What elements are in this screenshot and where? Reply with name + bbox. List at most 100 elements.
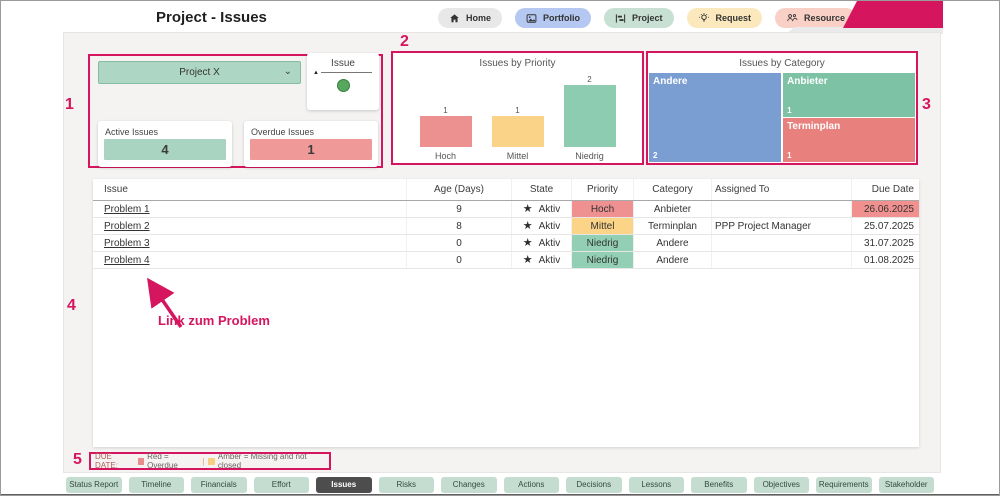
legend-separator: | [202, 457, 204, 466]
column-header-priority: Priority [571, 179, 633, 200]
table-row: Problem 28★AktivMittelTerminplanPPP Proj… [93, 218, 919, 235]
cell-due_date: 01.08.2025 [851, 252, 919, 268]
treemap-block-terminplan[interactable]: Terminplan1 [783, 118, 915, 162]
legend-red-text: Red = Overdue [147, 452, 198, 470]
issue-slicer[interactable]: Issue ▲ [307, 53, 379, 110]
amber-swatch-icon [208, 458, 215, 465]
cell-issue: Problem 3 [93, 235, 406, 251]
cell-category: Andere [633, 252, 711, 268]
home-icon [449, 13, 460, 24]
due-date-legend: DUE DATE: Red = Overdue | Amber = Missin… [89, 452, 331, 470]
page-title: Project - Issues [156, 9, 267, 26]
nav-project-button[interactable]: Project [604, 8, 674, 28]
project-selector[interactable]: Project X ⌄ [98, 61, 301, 84]
tab-decisions[interactable]: Decisions [566, 477, 622, 493]
treemap-value: 1 [787, 151, 791, 160]
nav-home-button[interactable]: Home [438, 8, 502, 28]
column-header-due_date: Due Date [851, 179, 919, 200]
tab-effort[interactable]: Effort [254, 477, 310, 493]
portfolio-icon [526, 13, 537, 24]
bar-series: 112 [393, 75, 642, 147]
tab-objectives[interactable]: Objectives [754, 477, 810, 493]
issue-link[interactable]: Problem 3 [104, 238, 150, 249]
tab-actions[interactable]: Actions [504, 477, 560, 493]
column-header-state: State [511, 179, 571, 200]
cell-priority: Niedrig [571, 235, 633, 251]
state-text: Aktiv [539, 204, 561, 215]
star-icon: ★ [523, 237, 533, 249]
tab-changes[interactable]: Changes [441, 477, 497, 493]
column-header-age: Age (Days) [406, 179, 511, 200]
bar-mittel[interactable] [492, 116, 544, 147]
table-row: Problem 30★AktivNiedrigAndere31.07.2025 [93, 235, 919, 252]
tab-requirements[interactable]: Requirements [816, 477, 872, 493]
kpi-label: Active Issues [105, 127, 232, 137]
cell-age: 0 [406, 235, 511, 251]
issue-link[interactable]: Problem 2 [104, 221, 150, 232]
star-icon: ★ [523, 254, 533, 266]
tab-stakeholder[interactable]: Stakeholder [879, 477, 935, 493]
table-row: Problem 19★AktivHochAnbieter26.06.2025 [93, 201, 919, 218]
bar-data-label: 1 [443, 106, 447, 115]
brand-ribbon [843, 1, 943, 28]
issue-link[interactable]: Problem 4 [104, 255, 150, 266]
annotation-number-2: 2 [400, 33, 409, 51]
tab-status-report[interactable]: Status Report [66, 477, 122, 493]
kpi-label: Overdue Issues [251, 127, 378, 137]
cell-age: 8 [406, 218, 511, 234]
cell-age: 9 [406, 201, 511, 217]
issue-link[interactable]: Problem 1 [104, 204, 150, 215]
issues-by-category-treemap: Issues by Category Andere2Anbieter1Termi… [648, 53, 916, 163]
cell-priority: Hoch [571, 201, 633, 217]
annotation-number-5: 5 [73, 451, 82, 469]
column-header-category: Category [633, 179, 711, 200]
table-row: Problem 4 0 ★ Aktiv NiedrigAndere 01.08.2025 [93, 252, 919, 269]
overdue-issues-card: Overdue Issues 1 [244, 121, 378, 167]
cell-assigned_to [711, 201, 851, 217]
nav-label: Request [716, 13, 752, 23]
nav-portfolio-button[interactable]: Portfolio [515, 8, 591, 28]
tab-timeline[interactable]: Timeline [129, 477, 185, 493]
issue-status-dot[interactable] [337, 79, 350, 92]
bar-group: 1 [492, 106, 544, 147]
chart-title: Issues by Priority [393, 53, 642, 69]
collapse-arrow-icon[interactable]: ▲ [313, 70, 319, 76]
legend-amber-text: Amber = Missing and not closed [218, 452, 325, 470]
treemap-label: Andere [649, 73, 781, 87]
nav-label: Portfolio [543, 13, 580, 23]
tab-financials[interactable]: Financials [191, 477, 247, 493]
cell-state: ★Aktiv [511, 201, 571, 217]
tab-lessons[interactable]: Lessons [629, 477, 685, 493]
state-text: Aktiv [539, 255, 561, 266]
red-swatch-icon [138, 458, 145, 465]
issue-slicer-label: Issue [307, 58, 379, 69]
bar-axis-label: Mittel [492, 151, 544, 161]
star-icon: ★ [523, 220, 533, 232]
top-nav: Home Portfolio Project Request Resource [438, 8, 856, 28]
annotation-number-3: 3 [922, 96, 931, 114]
cell-issue: Problem 1 [93, 201, 406, 217]
cell-priority: Mittel [571, 218, 633, 234]
cell-priority: Niedrig [571, 252, 633, 268]
cell-due_date: 25.07.2025 [851, 218, 919, 234]
nav-resource-button[interactable]: Resource [775, 8, 856, 28]
divider [321, 72, 372, 73]
link-annotation-text: Link zum Problem [158, 313, 270, 328]
bar-category-axis: HochMittelNiedrig [393, 151, 642, 161]
cell-age: 0 [406, 252, 511, 268]
nav-request-button[interactable]: Request [687, 8, 763, 28]
treemap-block-anbieter[interactable]: Anbieter1 [783, 73, 915, 117]
bar-niedrig[interactable] [564, 85, 616, 147]
cell-state: ★ Aktiv [511, 252, 571, 268]
treemap-block-andere[interactable]: Andere2 [649, 73, 781, 162]
bar-hoch[interactable] [420, 116, 472, 147]
tab-issues[interactable]: Issues [316, 477, 372, 493]
state-text: Aktiv [539, 238, 561, 249]
bar-group: 1 [420, 106, 472, 147]
tab-risks[interactable]: Risks [379, 477, 435, 493]
nav-label: Resource [804, 13, 845, 23]
tab-benefits[interactable]: Benefits [691, 477, 747, 493]
annotation-number-1: 1 [65, 96, 74, 114]
kpi-value: 4 [104, 139, 226, 160]
column-header-assigned_to: Assigned To [711, 179, 851, 200]
